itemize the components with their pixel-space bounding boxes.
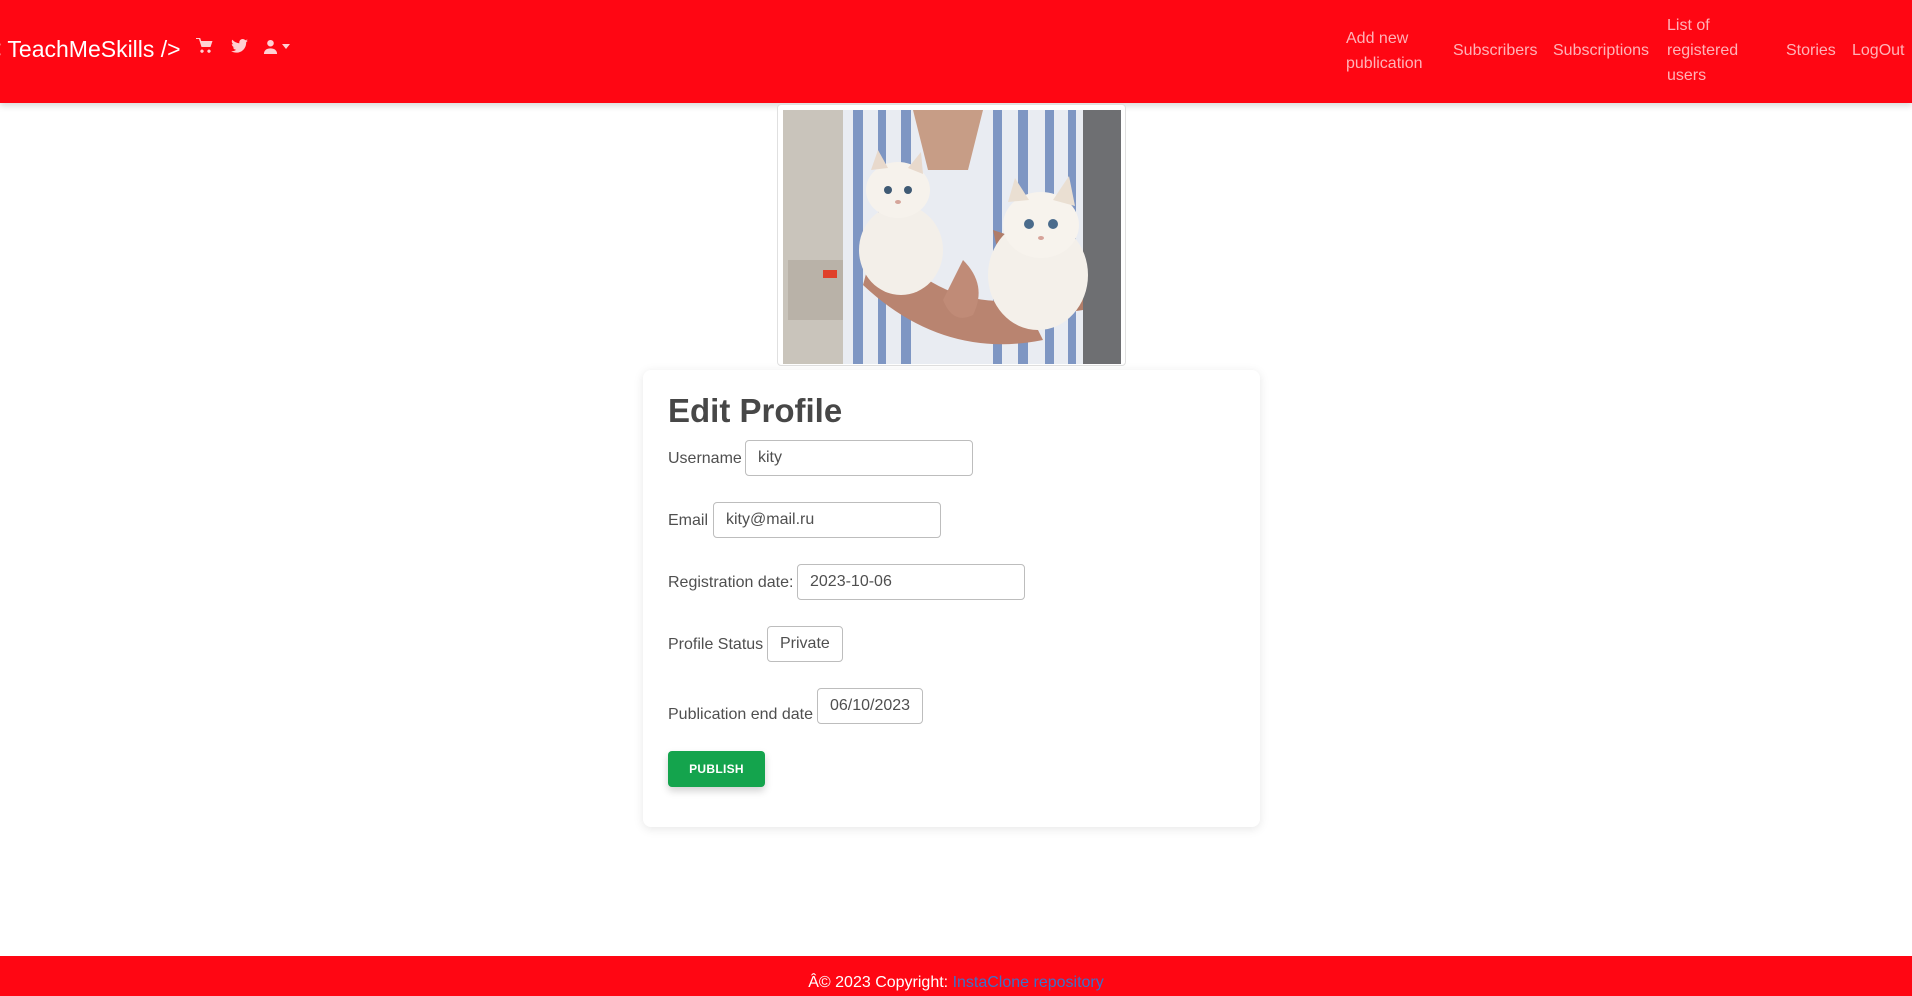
- nav-add-publication-link[interactable]: Add new publication: [1346, 26, 1423, 76]
- nav-logout-link[interactable]: LogOut: [1852, 38, 1904, 63]
- avatar-frame: [777, 104, 1126, 366]
- nav-registered-users-link[interactable]: List of registered users: [1667, 13, 1738, 88]
- nav-subscribers-link[interactable]: Subscribers: [1453, 38, 1537, 63]
- email-input[interactable]: [713, 502, 941, 538]
- registration-date-input[interactable]: [797, 564, 1025, 600]
- username-input[interactable]: [745, 440, 973, 476]
- footer-copyright: Â© 2023 Copyright: InstaClone repository: [0, 974, 1912, 992]
- avatar: [783, 110, 1121, 364]
- navbar: < TeachMeSkills /> Add new publication S…: [0, 0, 1912, 103]
- username-label: Username: [668, 450, 742, 467]
- copyright-text: Â© 2023 Copyright:: [808, 974, 953, 991]
- footer: Â© 2023 Copyright: InstaClone repository: [0, 956, 1912, 996]
- publication-end-date-label: Publication end date: [668, 706, 813, 723]
- nav-links: Add new publication Subscribers Subscrip…: [0, 0, 1912, 103]
- edit-profile-card: Edit Profile Username Email Registration…: [643, 370, 1260, 827]
- profile-status-label: Profile Status: [668, 636, 764, 653]
- nav-stories-link[interactable]: Stories: [1786, 38, 1836, 63]
- repository-link[interactable]: InstaClone repository: [953, 974, 1104, 991]
- email-label: Email: [668, 512, 709, 529]
- nav-subscriptions-link[interactable]: Subscriptions: [1553, 38, 1649, 63]
- publication-end-date-input[interactable]: 06/10/2023: [817, 688, 924, 724]
- registration-date-label: Registration date:: [668, 574, 794, 591]
- page-title: Edit Profile: [668, 392, 843, 429]
- publish-button[interactable]: PUBLISH: [668, 751, 765, 787]
- profile-status-select[interactable]: Private: [767, 626, 843, 662]
